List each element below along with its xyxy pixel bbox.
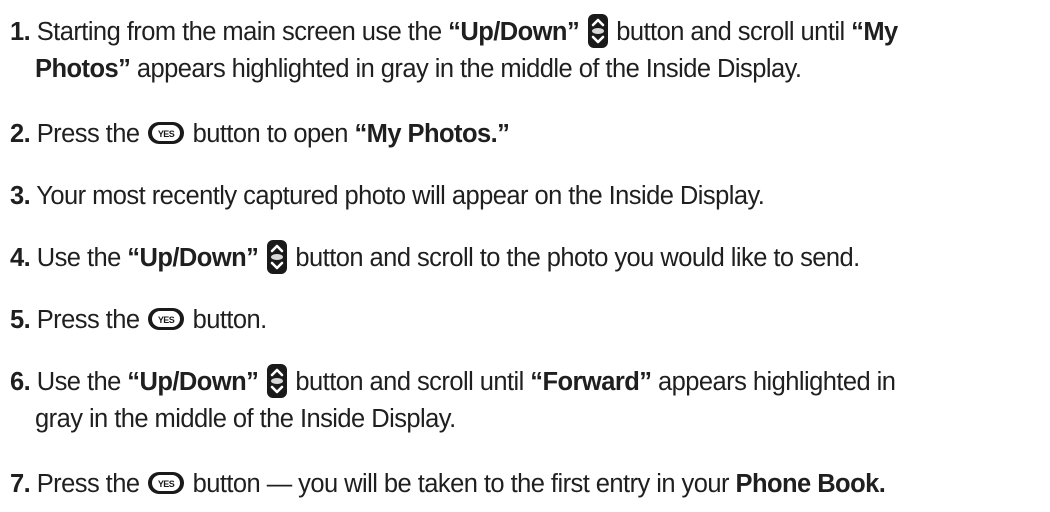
yes-key-icon: YES bbox=[148, 308, 185, 331]
step-text: button — you will be taken to the first … bbox=[186, 470, 736, 498]
up-down-icon bbox=[266, 364, 287, 399]
step-text: Use the bbox=[36, 244, 128, 272]
up-down-icon bbox=[587, 14, 608, 49]
step-continuation: gray in the middle of the Inside Display… bbox=[35, 405, 456, 434]
step-text: appears highlighted in bbox=[651, 368, 896, 396]
step-continuation: Photos” appears highlighted in gray in t… bbox=[10, 51, 1050, 87]
yes-key-icon: YES bbox=[148, 472, 185, 495]
menu-name: Phone Book. bbox=[735, 470, 886, 498]
step-text: button and scroll until bbox=[616, 18, 852, 46]
yes-key-label: YES bbox=[158, 315, 175, 325]
menu-name: “My Photos.” bbox=[354, 120, 510, 148]
step-number: 2. bbox=[10, 120, 31, 148]
step-number: 3. bbox=[10, 182, 31, 210]
step-text: appears highlighted in gray in the middl… bbox=[130, 55, 802, 84]
button-name-up-down: “Up/Down” bbox=[127, 368, 259, 396]
step-text: button to open bbox=[186, 120, 355, 148]
step-text: Use the bbox=[36, 368, 128, 396]
step-number: 1. bbox=[10, 18, 31, 46]
step-number: 7. bbox=[10, 470, 31, 498]
step-1: 1. Starting from the main screen use the… bbox=[10, 14, 1050, 87]
step-text: Starting from the main screen use the bbox=[36, 18, 449, 46]
step-text: Press the bbox=[36, 120, 147, 148]
yes-key-label: YES bbox=[158, 129, 175, 139]
step-text: Press the bbox=[36, 470, 147, 498]
step-text: Press the bbox=[36, 306, 147, 334]
yes-key-icon: YES bbox=[148, 122, 185, 145]
step-7: 7. Press the YES button — you will be ta… bbox=[10, 466, 1050, 502]
step-4: 4. Use the “Up/Down” button and scroll t… bbox=[10, 240, 1050, 277]
step-5: 5. Press the YES button. bbox=[10, 302, 1050, 338]
menu-name: “My bbox=[851, 18, 898, 46]
yes-key-label: YES bbox=[158, 479, 175, 489]
step-number: 6. bbox=[10, 368, 31, 396]
step-text: Your most recently captured photo will a… bbox=[36, 182, 765, 210]
button-name-up-down: “Up/Down” bbox=[127, 244, 259, 272]
step-2: 2. Press the YES button to open “My Phot… bbox=[10, 116, 1050, 152]
up-down-icon bbox=[266, 240, 287, 275]
step-text: button and scroll until bbox=[295, 368, 531, 396]
step-text: button and scroll to the photo you would… bbox=[295, 244, 860, 272]
step-6: 6. Use the “Up/Down” button and scroll u… bbox=[10, 364, 1050, 437]
menu-name: “Forward” bbox=[530, 368, 652, 396]
step-text: button. bbox=[186, 306, 268, 334]
step-number: 5. bbox=[10, 306, 31, 334]
step-3: 3. Your most recently captured photo wil… bbox=[10, 178, 1050, 214]
menu-name: Photos” bbox=[35, 55, 131, 84]
step-number: 4. bbox=[10, 244, 31, 272]
button-name-up-down: “Up/Down” bbox=[448, 18, 580, 46]
